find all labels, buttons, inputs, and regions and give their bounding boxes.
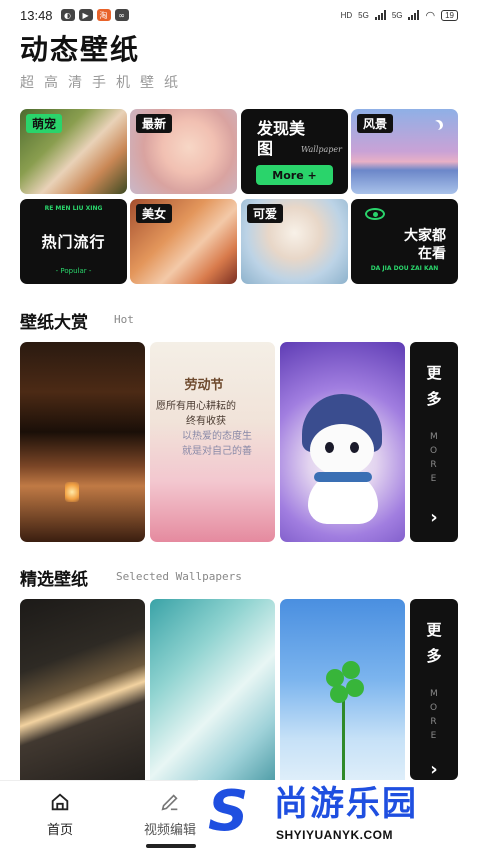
wallpaper-card-room[interactable] [20, 342, 145, 542]
poem-title: 劳动节 [184, 378, 224, 393]
poem-line-3: 以热爱的态度生 [182, 431, 252, 442]
link-app-icon: ∞ [114, 9, 129, 21]
category-cute-label: 可爱 [247, 204, 284, 223]
section-selected-sub: Selected Wallpapers [116, 570, 242, 583]
category-pet[interactable]: 萌宠 [20, 109, 127, 194]
category-hot[interactable]: RE MEN LIU XING 热门流行 - Popular - [20, 199, 127, 284]
category-beauty[interactable]: 美女 [130, 199, 237, 284]
section-hot-title: 壁纸大赏 [20, 313, 88, 333]
app-notification-icon: ◐ [60, 9, 75, 21]
puppy-face [310, 424, 374, 476]
moon-icon [430, 121, 440, 131]
category-new-label: 最新 [136, 114, 173, 133]
puppy-eye-right [350, 442, 359, 453]
page-title: 动态壁纸 [20, 33, 141, 66]
watermark-logo: S 尚游乐园 SHYIYUANYK.COM [198, 780, 478, 850]
nav-home[interactable]: 首页 [20, 791, 100, 838]
category-beauty-label: 美女 [136, 204, 173, 223]
home-icon [51, 793, 69, 811]
hd-label: HD [340, 10, 353, 20]
edit-icon [161, 794, 178, 811]
network-5g-label-1: 5G [358, 10, 369, 20]
section-hot-sub: Hot [114, 313, 134, 326]
section-selected-title: 精选壁纸 [20, 570, 88, 590]
hot-more-label: 更多 [426, 364, 442, 408]
hot-sub: - Popular - [55, 267, 92, 275]
poem-line-2: 终有收获 [186, 416, 226, 427]
watermark-url: SHYIYUANYK.COM [276, 828, 394, 842]
hot-pinyin: RE MEN LIU XING [44, 205, 103, 212]
discover-more-button[interactable]: More + [256, 165, 333, 185]
category-discover[interactable]: 发现美图 Wallpaper More + [241, 109, 348, 194]
wallpaper-card-puppy[interactable] [280, 342, 405, 542]
status-time: 13:48 [20, 7, 53, 23]
watching-pinyin: DA JIA DOU ZAI KAN [370, 265, 439, 272]
wallpaper-card-deer[interactable] [150, 599, 275, 799]
watermark-name: 尚游乐园 [274, 784, 418, 824]
nav-home-label: 首页 [46, 823, 73, 838]
poem-text: 劳动节 愿所有用心耕耘的 终有收获 以热爱的态度生 就是对自己的善 [156, 378, 252, 459]
chevron-right-icon: › [430, 759, 438, 780]
puppy-eye-left [325, 442, 334, 453]
signal-icon-2 [408, 10, 420, 20]
wallpaper-card-clover[interactable] [280, 599, 405, 799]
wallpaper-card-anime[interactable] [20, 599, 145, 799]
clover-leaf-4 [330, 685, 348, 703]
selected-more-sub: MORE [430, 689, 439, 741]
clover-leaf-2 [342, 661, 360, 679]
category-scenery[interactable]: 风景 [351, 109, 458, 194]
home-indicator [146, 844, 196, 848]
puppy-scarf [314, 472, 372, 482]
category-scenery-label: 风景 [357, 114, 394, 133]
status-indicators: HD 5G 5G ◠ 19 [341, 9, 458, 22]
hot-more-button[interactable]: 更多 MORE › [410, 342, 458, 542]
poem-line-4: 就是对自己的善 [182, 446, 252, 457]
category-new[interactable]: 最新 [130, 109, 237, 194]
wifi-icon: ◠ [425, 9, 436, 22]
discover-title: 发现美图 [257, 119, 306, 158]
discover-sub: Wallpaper [301, 145, 342, 154]
page-subtitle: 超高清手机壁纸 [20, 75, 188, 91]
chevron-right-icon: › [430, 507, 438, 528]
category-cute[interactable]: 可爱 [241, 199, 348, 284]
status-bar: 13:48 ◐ ▶ 淘 ∞ HD 5G 5G ◠ 19 [0, 0, 478, 30]
video-app-icon: ▶ [78, 9, 93, 21]
selected-more-label: 更多 [426, 621, 442, 665]
lamp-glow [65, 482, 79, 502]
hot-title: 热门流行 [41, 233, 106, 251]
category-watching[interactable]: 大家都在看 DA JIA DOU ZAI KAN [351, 199, 458, 284]
wallpaper-card-labor-day[interactable]: 劳动节 愿所有用心耕耘的 终有收获 以热爱的态度生 就是对自己的善 [150, 342, 275, 542]
network-5g-label-2: 5G [391, 10, 403, 20]
shop-app-icon: 淘 [96, 9, 111, 21]
signal-icon [374, 10, 386, 20]
nav-video-label: 视频编辑 [143, 823, 196, 838]
category-pet-label: 萌宠 [26, 114, 63, 133]
watching-title: 大家都在看 [404, 228, 446, 262]
selected-more-button[interactable]: 更多 MORE › [410, 599, 458, 780]
poem-line-1: 愿所有用心耕耘的 [156, 401, 236, 412]
watermark-letter: S [208, 779, 249, 844]
hot-more-sub: MORE [430, 432, 439, 484]
eye-icon [365, 208, 385, 220]
clover-leaf-3 [346, 679, 364, 697]
battery-icon: 19 [441, 9, 458, 21]
status-app-icons: ◐ ▶ 淘 ∞ [60, 9, 129, 21]
